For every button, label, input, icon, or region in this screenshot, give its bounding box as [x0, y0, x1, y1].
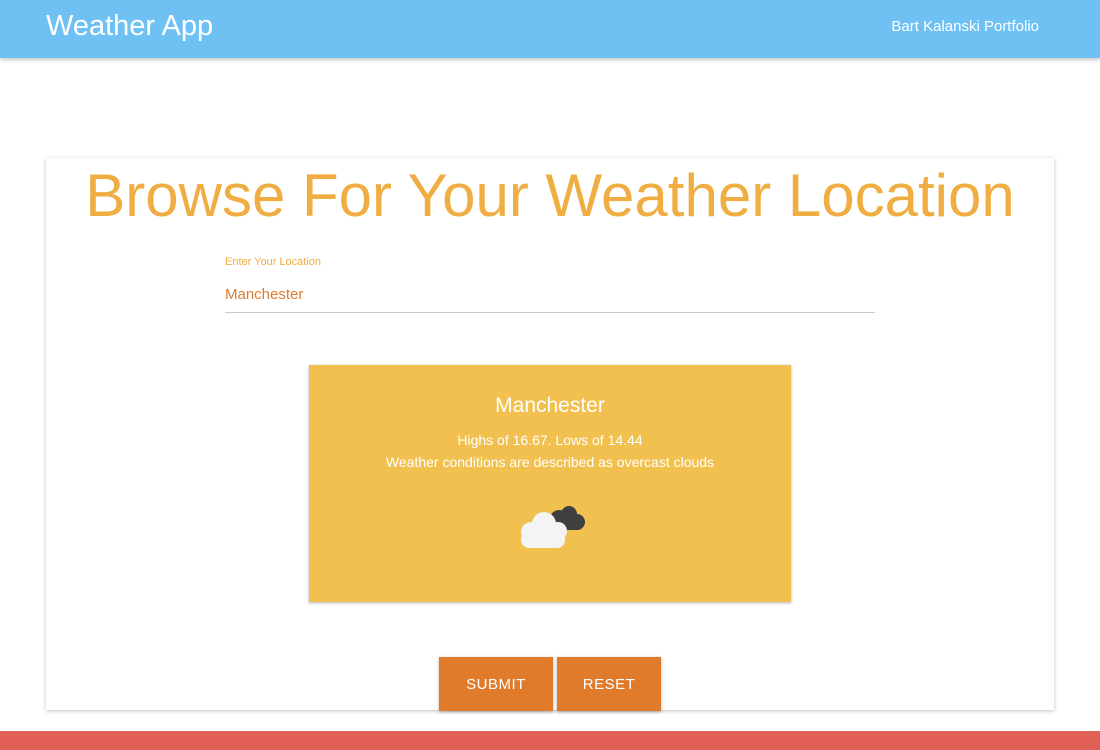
weather-city: Manchester — [495, 394, 605, 417]
submit-button[interactable]: SUBMIT — [439, 657, 553, 711]
weather-conditions: Weather conditions are described as over… — [385, 454, 715, 470]
overcast-clouds-icon — [521, 506, 585, 548]
page-title: Browse For Your Weather Location — [85, 162, 1015, 229]
portfolio-link[interactable]: Bart Kalanski Portfolio — [891, 17, 1039, 37]
location-field-label: Enter Your Location — [225, 256, 322, 268]
weather-temps: Highs of 16.67. Lows of 14.44 — [457, 432, 643, 448]
app-bar: Weather App Bart Kalanski Portfolio — [0, 0, 1100, 58]
footer-bar — [0, 731, 1100, 750]
weather-result-card: Manchester Highs of 16.67. Lows of 14.44… — [309, 365, 791, 602]
location-field: Enter Your Location — [225, 255, 875, 315]
search-card: Browse For Your Weather Location Enter Y… — [46, 158, 1054, 711]
location-input[interactable] — [225, 277, 875, 313]
app-title: Weather App — [46, 10, 214, 42]
reset-button[interactable]: RESET — [557, 657, 661, 711]
